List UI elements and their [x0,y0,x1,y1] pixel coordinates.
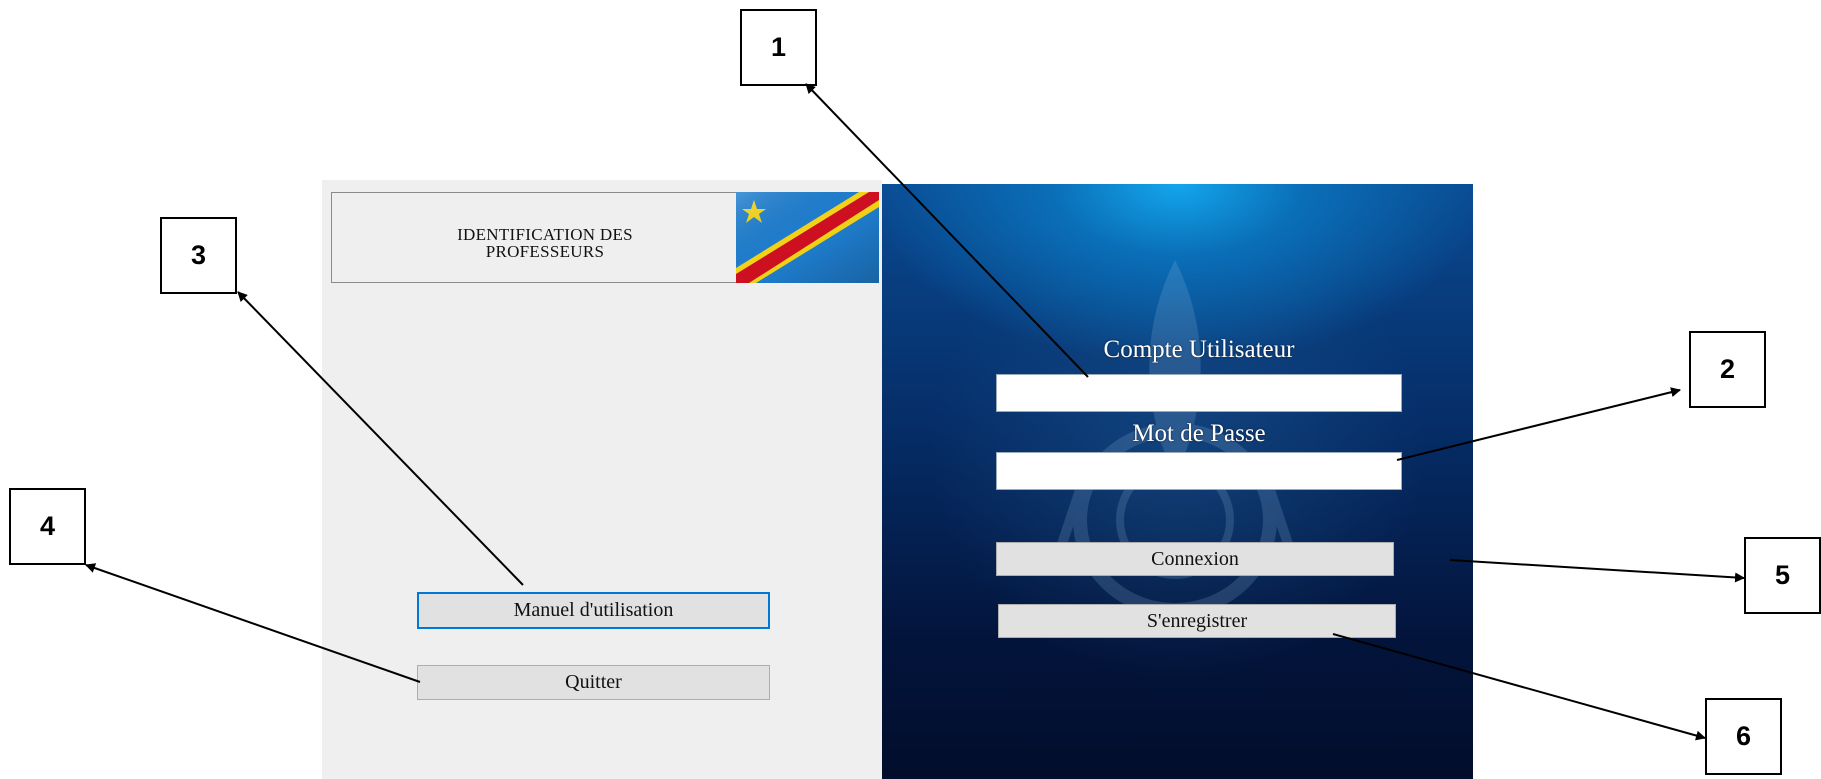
callout-5-arrow [1449,559,1745,583]
callout-5: 5 [1744,537,1821,614]
callout-1: 1 [740,9,817,86]
user-account-input[interactable] [996,374,1402,412]
callout-3: 3 [160,217,237,294]
callout-2: 2 [1689,331,1766,408]
app-title: IDENTIFICATION DES PROFESSEURS [457,225,633,261]
callout-4: 4 [9,488,86,565]
register-button[interactable]: S'enregistrer [998,604,1396,638]
login-button[interactable]: Connexion [996,542,1394,576]
user-manual-button[interactable]: Manuel d'utilisation [417,592,770,629]
callout-6: 6 [1705,698,1782,775]
drc-flag-icon [736,192,879,283]
user-account-label: Compte Utilisateur [1103,336,1295,363]
password-input[interactable] [996,452,1402,490]
quit-button[interactable]: Quitter [417,665,770,700]
password-label: Mot de Passe [1132,420,1266,447]
